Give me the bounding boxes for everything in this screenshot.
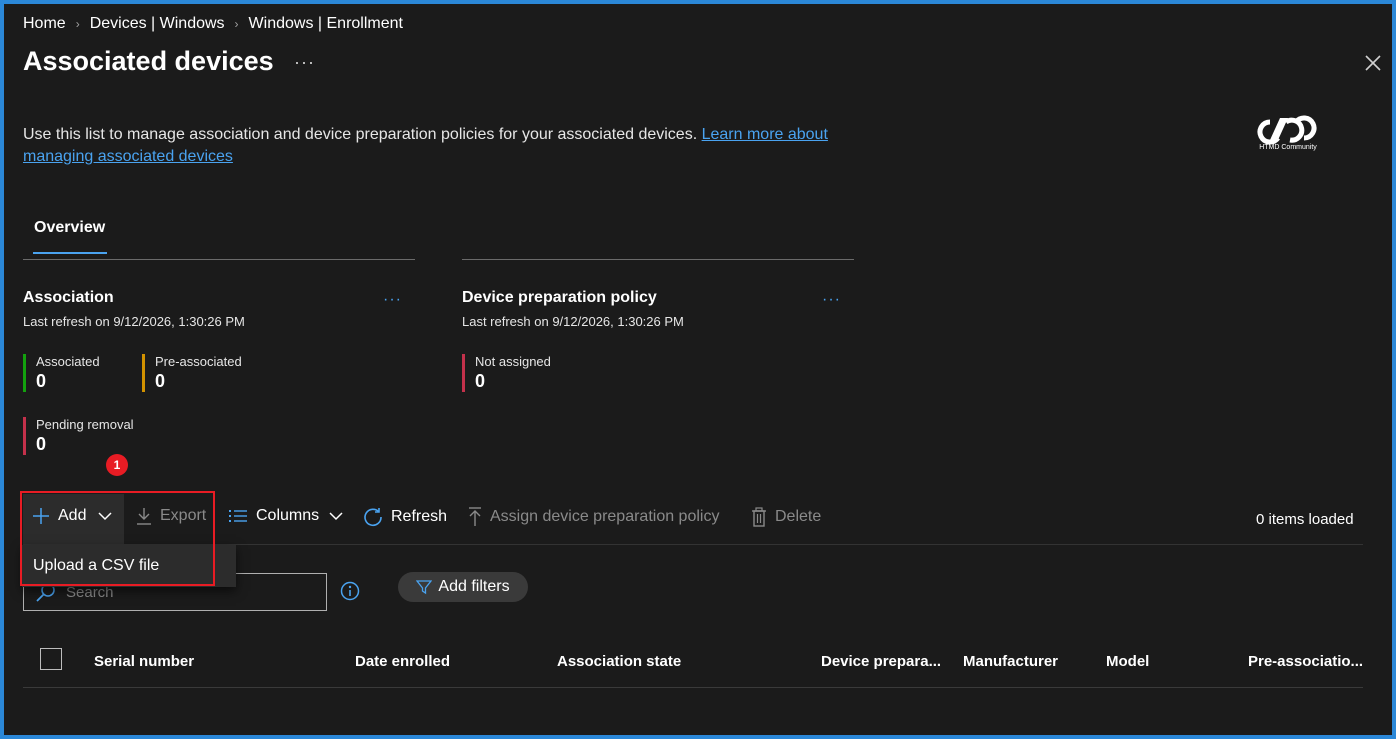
columns-button[interactable]: Columns xyxy=(228,507,343,525)
upload-icon xyxy=(469,507,481,526)
trash-icon xyxy=(752,507,766,527)
stat-label: Pending removal xyxy=(36,417,134,432)
stat-label: Pre-associated xyxy=(155,354,242,369)
highlight-box xyxy=(20,491,215,586)
stat-value: 0 xyxy=(36,434,47,454)
divider xyxy=(462,259,854,260)
column-header-association-state[interactable]: Association state xyxy=(557,653,681,670)
association-last-refresh: Last refresh on 9/12/2026, 1:30:26 PM xyxy=(23,314,245,329)
column-header-device-preparation[interactable]: Device prepara... xyxy=(821,653,941,670)
device-prep-last-refresh: Last refresh on 9/12/2026, 1:30:26 PM xyxy=(462,314,684,329)
close-icon[interactable] xyxy=(1362,52,1384,74)
device-prep-more-button[interactable]: ··· xyxy=(822,291,841,309)
assign-policy-button-label: Assign device preparation policy xyxy=(490,508,720,525)
stat-label: Associated xyxy=(36,354,100,369)
page-description: Use this list to manage association and … xyxy=(23,124,883,168)
items-loaded-count: 0 items loaded xyxy=(1256,511,1354,528)
stat-associated[interactable]: Associated 0 xyxy=(23,354,100,392)
page-title: Associated devices xyxy=(23,46,274,76)
refresh-button-label: Refresh xyxy=(391,508,448,525)
tab-overview[interactable]: Overview xyxy=(34,219,105,237)
breadcrumb-devices-windows[interactable]: Devices | Windows xyxy=(90,15,225,33)
filter-icon xyxy=(416,580,433,595)
refresh-button[interactable]: Refresh xyxy=(363,507,447,527)
chevron-right-icon: › xyxy=(234,17,239,31)
column-header-serial-number[interactable]: Serial number xyxy=(94,653,194,670)
annotation-step-badge: 1 xyxy=(106,454,128,476)
logo-text: HTMD Community xyxy=(1259,144,1317,151)
association-more-button[interactable]: ··· xyxy=(383,291,402,309)
breadcrumb-home[interactable]: Home xyxy=(23,15,66,33)
add-filters-label: Add filters xyxy=(438,578,510,595)
refresh-icon xyxy=(364,508,382,527)
add-filters-button[interactable]: Add filters xyxy=(398,572,528,602)
association-card-title: Association xyxy=(23,289,114,306)
select-all-checkbox[interactable] xyxy=(40,648,62,670)
stat-value: 0 xyxy=(155,371,166,391)
stat-value: 0 xyxy=(36,371,47,391)
columns-list-icon xyxy=(229,510,247,522)
device-prep-card-title: Device preparation policy xyxy=(462,289,657,306)
column-header-manufacturer[interactable]: Manufacturer xyxy=(963,653,1058,670)
chevron-right-icon: › xyxy=(75,17,80,31)
delete-button[interactable]: Delete xyxy=(751,507,821,527)
stat-value: 0 xyxy=(475,371,486,391)
stat-not-assigned[interactable]: Not assigned 0 xyxy=(462,354,551,392)
chevron-down-icon xyxy=(329,512,343,521)
column-header-date-enrolled[interactable]: Date enrolled xyxy=(355,653,450,670)
tab-active-indicator xyxy=(33,252,107,254)
delete-button-label: Delete xyxy=(775,508,822,525)
info-icon[interactable] xyxy=(340,581,360,601)
column-header-model[interactable]: Model xyxy=(1106,653,1149,670)
assign-policy-button[interactable]: Assign device preparation policy xyxy=(468,507,719,527)
columns-button-label: Columns xyxy=(256,507,320,524)
more-options-button[interactable]: ··· xyxy=(294,52,315,73)
stat-pre-associated[interactable]: Pre-associated 0 xyxy=(142,354,242,392)
divider xyxy=(23,259,415,260)
breadcrumb-windows-enrollment[interactable]: Windows | Enrollment xyxy=(249,15,403,33)
column-header-pre-association[interactable]: Pre-associatio... xyxy=(1248,653,1363,670)
breadcrumb: Home › Devices | Windows › Windows | Enr… xyxy=(23,15,403,33)
stat-label: Not assigned xyxy=(475,354,551,369)
description-text: Use this list to manage association and … xyxy=(23,126,698,143)
stat-pending-removal[interactable]: Pending removal 0 xyxy=(23,417,134,455)
table-header-row: Serial number Date enrolled Association … xyxy=(23,647,1363,687)
divider xyxy=(23,687,1363,688)
associated-devices-blade: Home › Devices | Windows › Windows | Enr… xyxy=(4,4,1392,735)
